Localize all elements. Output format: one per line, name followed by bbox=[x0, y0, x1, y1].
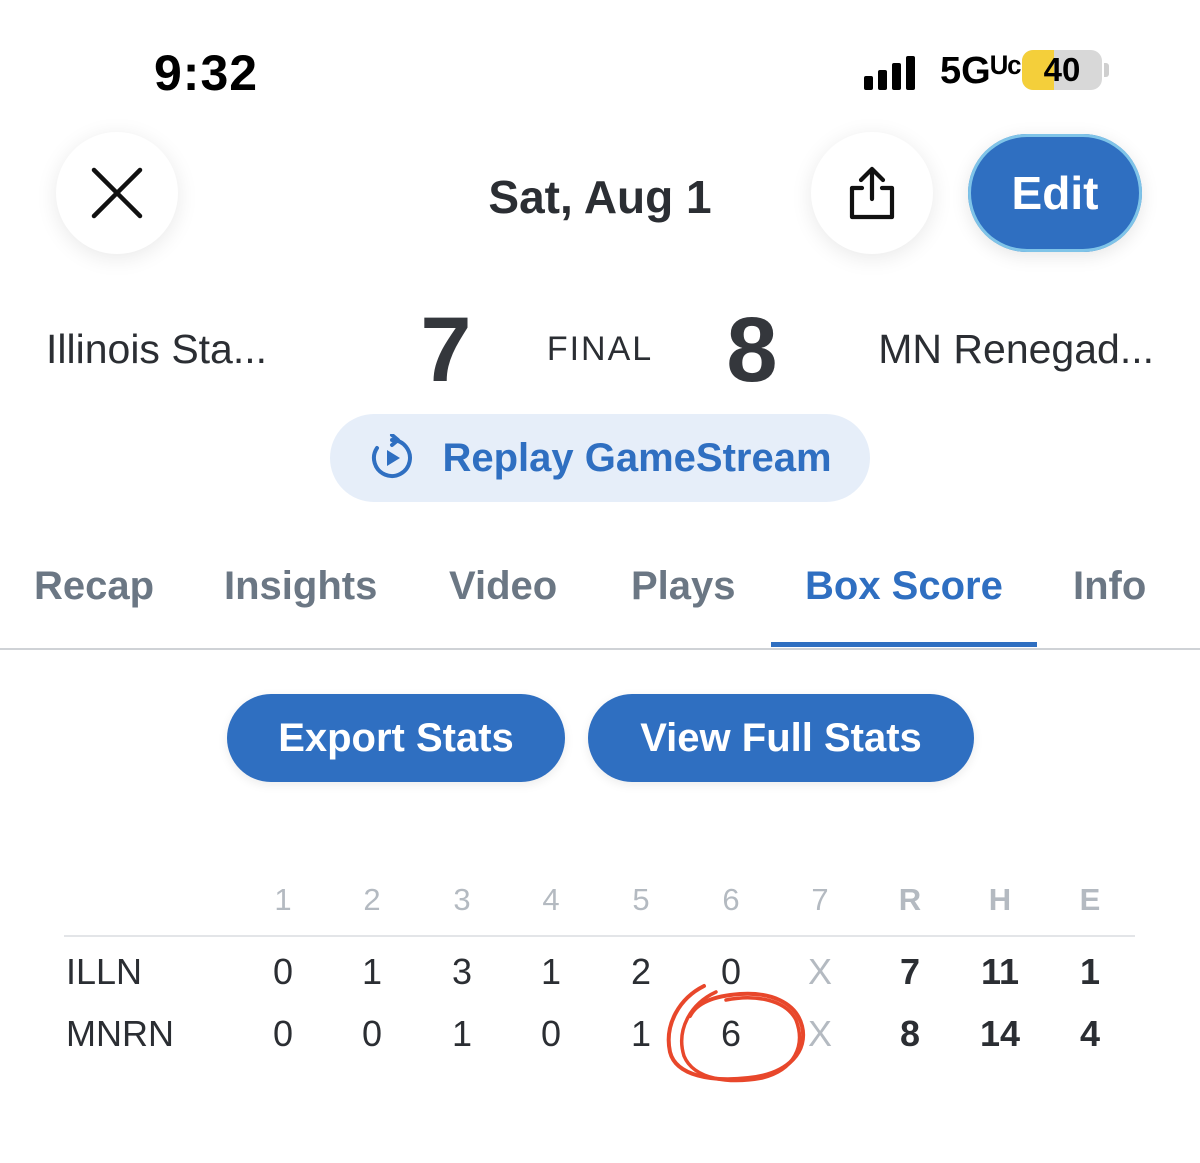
inning-header: 3 bbox=[453, 882, 471, 917]
battery-tip bbox=[1104, 63, 1109, 77]
tab-box-score[interactable]: Box Score bbox=[805, 564, 1003, 609]
runs-header: R bbox=[898, 882, 922, 917]
inning-score: 3 bbox=[451, 951, 473, 992]
errors-total: 4 bbox=[1079, 1013, 1101, 1054]
replay-icon bbox=[372, 434, 413, 478]
inning-header: 1 bbox=[274, 882, 292, 917]
replay-gamestream-button[interactable]: Replay GameStream bbox=[330, 414, 870, 502]
runs-total: 7 bbox=[899, 951, 921, 992]
inning-score: 6 bbox=[720, 1013, 742, 1054]
share-button[interactable] bbox=[811, 132, 933, 254]
view-full-stats-button[interactable]: View Full Stats bbox=[588, 694, 974, 782]
tab-recap[interactable]: Recap bbox=[34, 564, 154, 609]
close-icon bbox=[91, 167, 143, 219]
away-team-name[interactable]: Illinois Sta... bbox=[46, 326, 267, 373]
battery-icon: 40 bbox=[1022, 50, 1102, 90]
inning-score: 1 bbox=[361, 951, 383, 992]
runs-total: 8 bbox=[899, 1013, 921, 1054]
edit-button[interactable]: Edit bbox=[968, 134, 1142, 252]
active-tab-indicator bbox=[771, 642, 1037, 647]
hits-header: H bbox=[988, 882, 1012, 917]
game-date-title: Sat, Aug 1 bbox=[488, 171, 712, 223]
inning-score: 0 bbox=[540, 1013, 562, 1054]
network-label: 5Gᵁᶜ bbox=[940, 50, 1022, 92]
inning-score: 0 bbox=[272, 1013, 294, 1054]
close-button[interactable] bbox=[56, 132, 178, 254]
inning-score: 1 bbox=[451, 1013, 473, 1054]
battery-level: 40 bbox=[1043, 51, 1081, 88]
inning-score: 0 bbox=[361, 1013, 383, 1054]
tab-info[interactable]: Info bbox=[1073, 564, 1146, 609]
inning-header: 6 bbox=[722, 882, 740, 917]
tab-bar: Recap Insights Video Plays Box Score Inf… bbox=[0, 560, 1200, 650]
signal-bars-icon bbox=[864, 52, 915, 90]
tab-plays[interactable]: Plays bbox=[631, 564, 736, 609]
export-stats-button[interactable]: Export Stats bbox=[227, 694, 565, 782]
share-icon bbox=[849, 166, 895, 220]
tab-video[interactable]: Video bbox=[449, 564, 557, 609]
inning-score: 1 bbox=[540, 951, 562, 992]
inning-score: 1 bbox=[630, 1013, 652, 1054]
away-score: 7 bbox=[420, 299, 472, 401]
inning-score: X bbox=[807, 951, 832, 992]
home-score: 8 bbox=[726, 299, 778, 401]
replay-label: Replay GameStream bbox=[442, 435, 832, 480]
inning-header: 4 bbox=[542, 882, 560, 917]
inning-header: 7 bbox=[811, 882, 829, 917]
hits-total: 14 bbox=[979, 1013, 1021, 1054]
home-team-name[interactable]: MN Renegad... bbox=[878, 326, 1154, 373]
errors-total: 1 bbox=[1079, 951, 1101, 992]
game-status: FINAL bbox=[546, 330, 654, 368]
inning-score: 2 bbox=[630, 951, 652, 992]
inning-score: 0 bbox=[720, 951, 742, 992]
status-time: 9:32 bbox=[154, 45, 259, 101]
tab-insights[interactable]: Insights bbox=[224, 564, 377, 609]
team-abbreviation: MNRN bbox=[66, 1013, 174, 1054]
inning-header: 2 bbox=[363, 882, 381, 917]
table-divider bbox=[64, 935, 1135, 937]
team-abbreviation: ILLN bbox=[66, 951, 143, 992]
inning-score: X bbox=[807, 1013, 832, 1054]
errors-header: E bbox=[1079, 882, 1101, 917]
hits-total: 11 bbox=[980, 951, 1020, 992]
inning-header: 5 bbox=[632, 882, 650, 917]
inning-score: 0 bbox=[272, 951, 294, 992]
